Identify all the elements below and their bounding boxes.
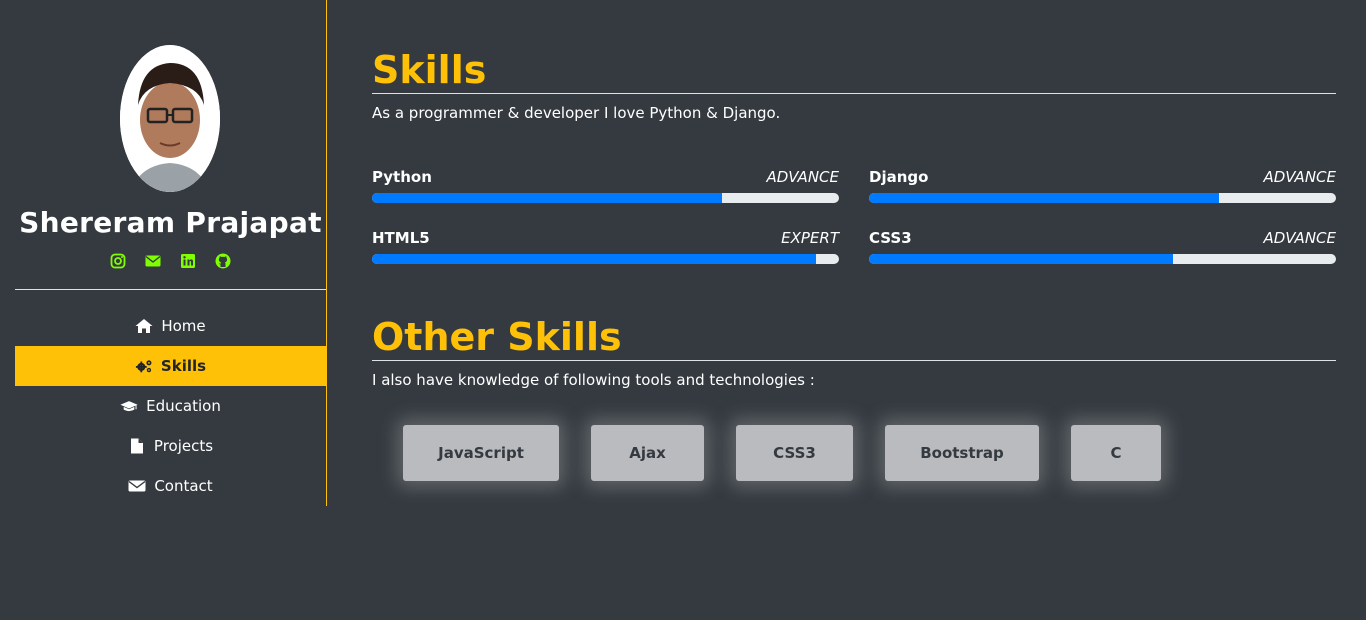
graduation-cap-icon — [120, 401, 138, 412]
skill-django: Django ADVANCE — [869, 166, 1336, 203]
skill-level: ADVANCE — [766, 168, 840, 186]
skill-level: ADVANCE — [1263, 229, 1337, 247]
skill-name: Django — [869, 168, 929, 186]
skill-html5: HTML5 EXPERT — [372, 227, 839, 264]
skills-description: As a programmer & developer I love Pytho… — [372, 104, 781, 122]
skills-divider — [372, 93, 1336, 94]
sidebar-nav: Home Skills Education Projects Contact — [15, 306, 326, 506]
home-icon — [135, 319, 153, 333]
tool-badge-ajax[interactable]: Ajax — [591, 425, 704, 481]
tool-badge-css3[interactable]: CSS3 — [736, 425, 853, 481]
profile-name: Shereram Prajapat — [19, 206, 322, 239]
nav-item-education[interactable]: Education — [15, 386, 326, 426]
tool-badge-c[interactable]: C — [1071, 425, 1161, 481]
other-skills-title: Other Skills — [372, 315, 622, 359]
file-icon — [130, 438, 143, 454]
nav-item-home[interactable]: Home — [15, 306, 326, 346]
nav-item-label: Education — [146, 397, 221, 415]
skill-level: EXPERT — [781, 229, 839, 247]
instagram-icon[interactable] — [109, 252, 127, 270]
skill-progress-bar — [869, 193, 1336, 203]
tool-badge-bootstrap[interactable]: Bootstrap — [885, 425, 1039, 481]
github-icon[interactable] — [214, 252, 232, 270]
skill-progress-fill — [869, 193, 1220, 203]
nav-item-label: Contact — [154, 477, 213, 495]
linkedin-icon[interactable] — [179, 252, 197, 270]
avatar — [120, 45, 220, 192]
tools-list: JavaScript Ajax CSS3 Bootstrap C — [403, 425, 1161, 481]
social-links — [15, 252, 326, 270]
envelope-icon[interactable] — [144, 252, 162, 270]
skill-name: HTML5 — [372, 229, 430, 247]
skill-name: Python — [372, 168, 432, 186]
skill-progress-fill — [372, 193, 723, 203]
skill-progress-fill — [372, 254, 816, 264]
gears-icon — [135, 360, 152, 373]
nav-item-skills[interactable]: Skills — [15, 346, 326, 386]
skill-progress-bar — [372, 193, 839, 203]
skill-progress-fill — [869, 254, 1173, 264]
skill-progress-bar — [372, 254, 839, 264]
skills-title: Skills — [372, 48, 487, 92]
skill-level: ADVANCE — [1263, 168, 1337, 186]
nav-item-label: Projects — [153, 437, 214, 455]
other-skills-divider — [372, 360, 1336, 361]
nav-item-label: Skills — [160, 357, 207, 375]
skill-progress-bar — [869, 254, 1336, 264]
nav-item-label: Home — [161, 317, 206, 335]
sidebar: Shereram Prajapat Home Skills Education — [15, 0, 327, 506]
other-skills-description: I also have knowledge of following tools… — [372, 371, 815, 389]
skill-css3: CSS3 ADVANCE — [869, 227, 1336, 264]
sidebar-divider — [15, 289, 326, 290]
nav-item-contact[interactable]: Contact — [15, 466, 326, 506]
nav-item-projects[interactable]: Projects — [15, 426, 326, 466]
tool-badge-javascript[interactable]: JavaScript — [403, 425, 559, 481]
envelope-icon — [128, 480, 146, 492]
skill-python: Python ADVANCE — [372, 166, 839, 203]
skill-name: CSS3 — [869, 229, 912, 247]
